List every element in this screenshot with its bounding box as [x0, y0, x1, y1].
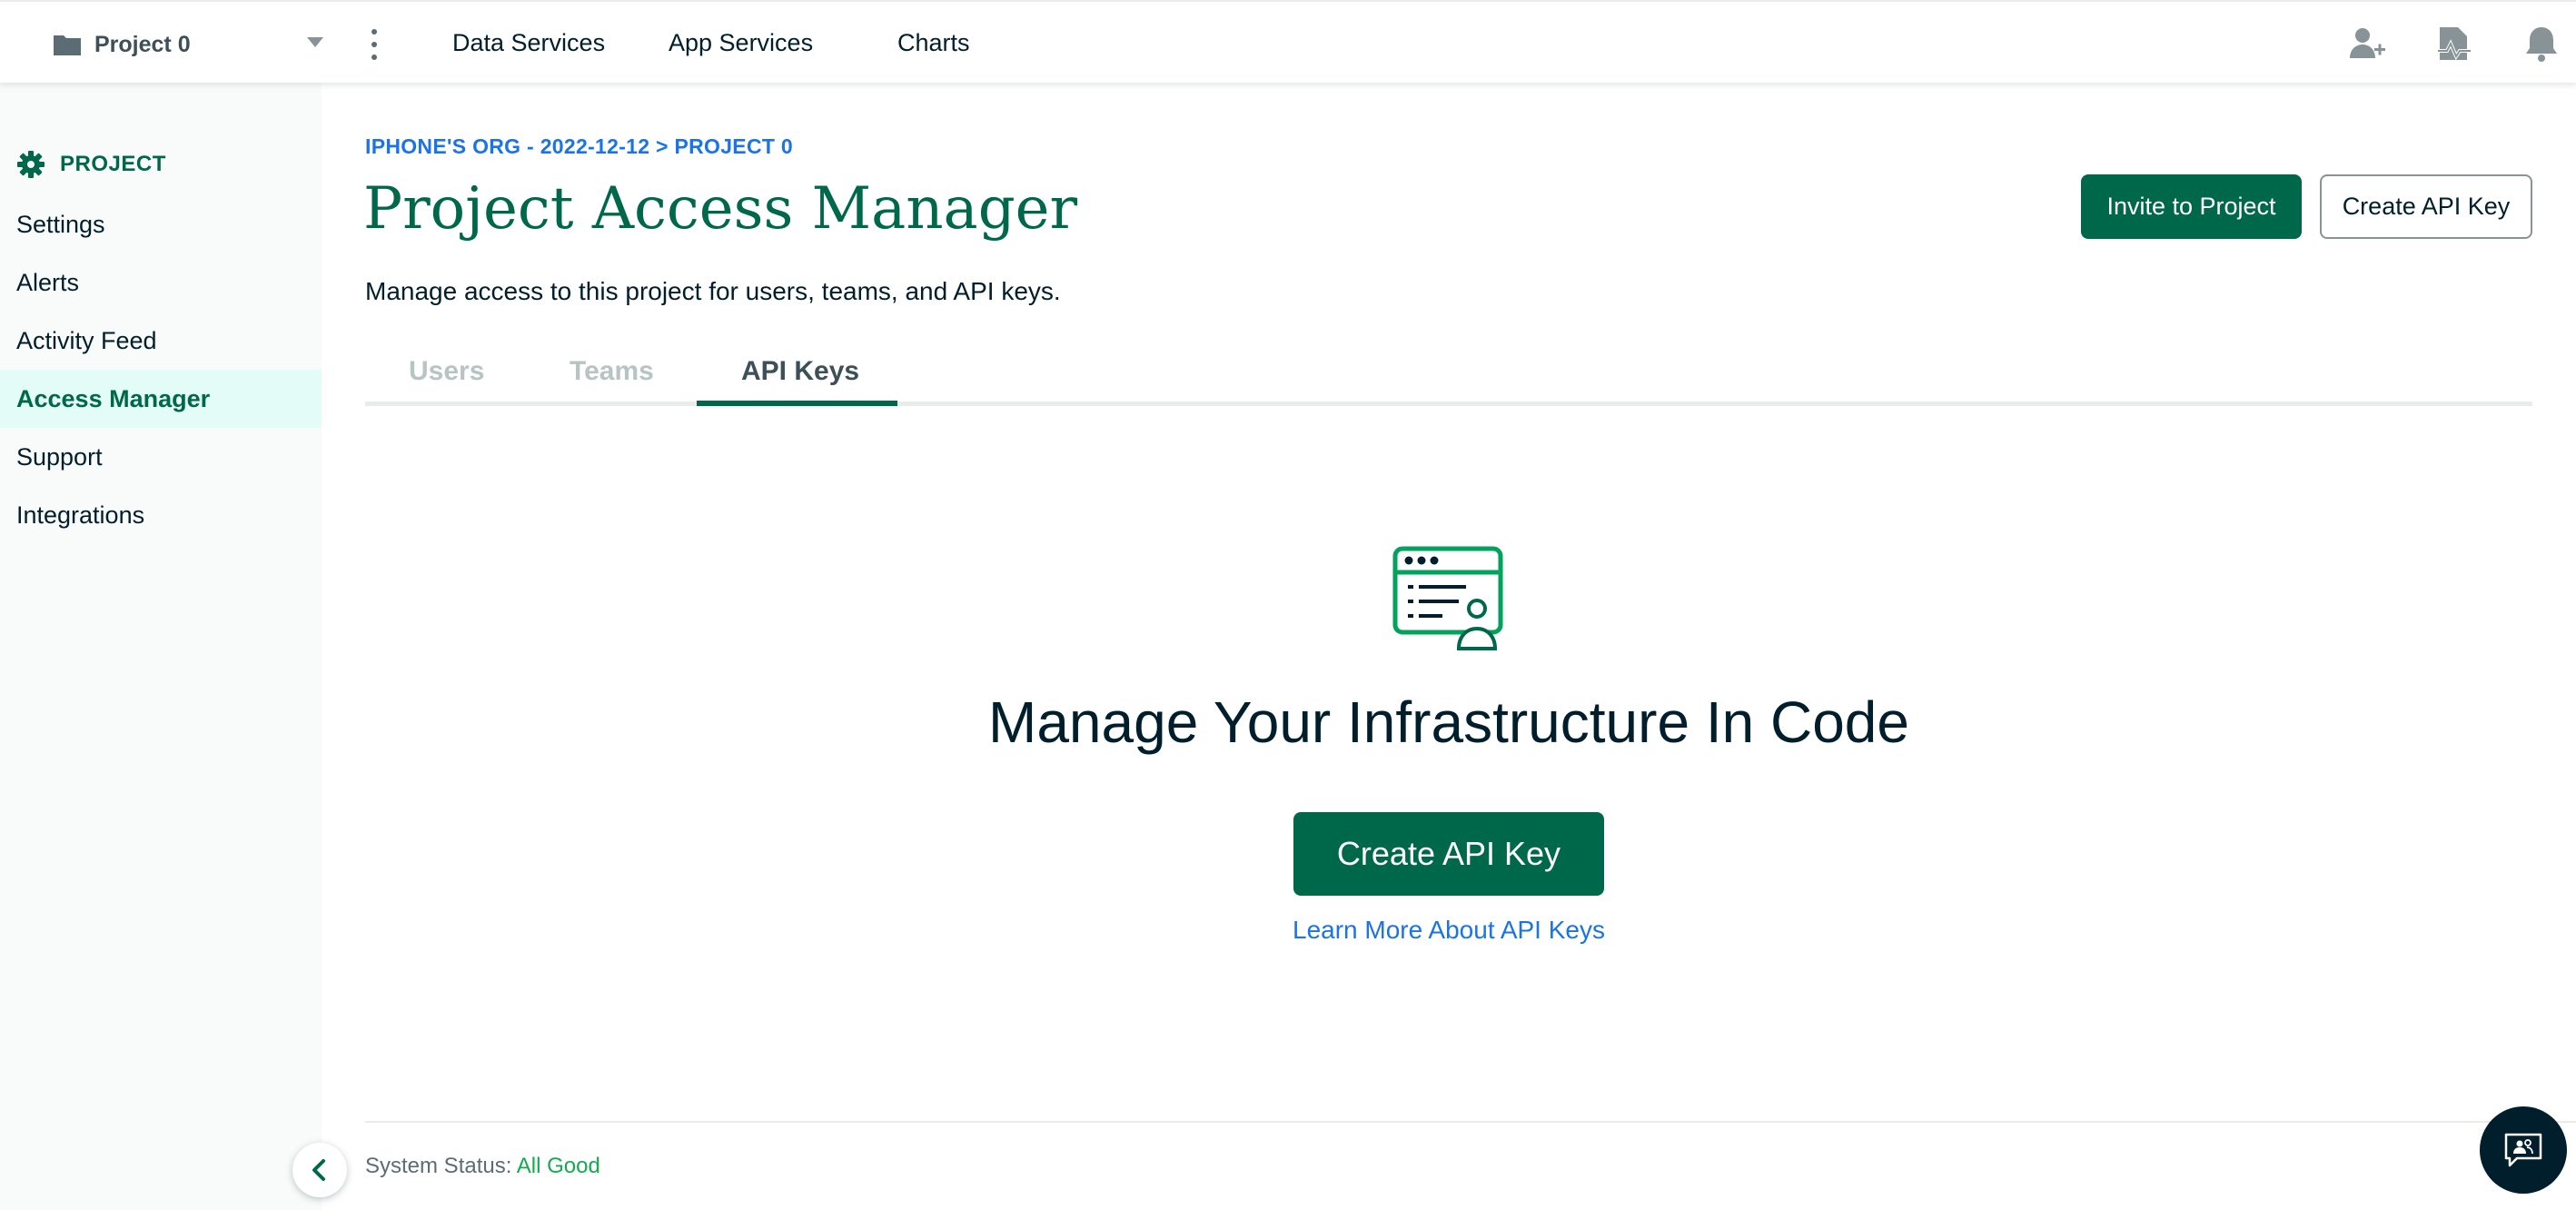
more-options-icon[interactable] — [363, 27, 385, 62]
collapse-sidebar-button[interactable] — [292, 1143, 347, 1197]
caret-down-icon[interactable] — [307, 37, 323, 47]
learn-more-link: Learn More About API Keys — [0, 916, 2576, 945]
sidebar-item-activity-feed[interactable]: Activity Feed — [0, 312, 322, 370]
chevron-left-icon — [312, 1159, 325, 1181]
page-description: Manage access to this project for users,… — [365, 277, 1061, 305]
tabs-divider — [365, 402, 2532, 406]
sidebar-item-integrations[interactable]: Integrations — [0, 486, 322, 544]
sidebar-item-settings[interactable]: Settings — [0, 195, 322, 253]
folder-icon — [54, 35, 81, 55]
learn-more-api-keys-link[interactable]: Learn More About API Keys — [1293, 916, 1605, 944]
tab-api-keys[interactable]: API Keys — [741, 356, 859, 387]
nav-app-services[interactable]: App Services — [669, 29, 813, 57]
top-nav-bar: Project 0 Data Services App Services Cha… — [0, 0, 2576, 83]
sidebar-item-support[interactable]: Support — [0, 428, 322, 486]
page-title: Project Access Manager — [363, 175, 1078, 243]
sidebar-header: PROJECT — [16, 150, 166, 179]
project-selector[interactable]: Project 0 — [53, 26, 330, 63]
nav-charts[interactable]: Charts — [897, 29, 970, 57]
sidebar-header-label: PROJECT — [60, 152, 166, 176]
system-status-value[interactable]: All Good — [517, 1154, 600, 1178]
invite-to-project-button[interactable]: Invite to Project — [2081, 174, 2302, 239]
active-tab-indicator — [697, 401, 897, 406]
footer-divider — [365, 1121, 2576, 1123]
project-name: Project 0 — [94, 31, 191, 57]
nav-data-services[interactable]: Data Services — [452, 29, 605, 57]
gear-icon — [17, 151, 45, 178]
chat-icon — [2504, 1133, 2542, 1167]
invite-user-icon[interactable] — [2347, 24, 2387, 64]
create-api-key-button[interactable]: Create API Key — [2320, 174, 2532, 239]
sidebar: PROJECT Settings Alerts Activity Feed Ac… — [0, 83, 322, 1210]
sidebar-item-alerts[interactable]: Alerts — [0, 253, 322, 312]
tab-users[interactable]: Users — [409, 356, 484, 387]
bell-icon[interactable] — [2522, 24, 2561, 64]
chat-support-button[interactable] — [2480, 1106, 2567, 1194]
breadcrumb[interactable]: IPHONE'S ORG - 2022-12-12 > PROJECT 0 — [365, 134, 793, 159]
api-key-illustration-icon — [1392, 546, 1503, 650]
activity-icon[interactable] — [2434, 24, 2474, 64]
tab-teams[interactable]: Teams — [570, 356, 654, 387]
system-status: System Status: All Good — [365, 1154, 600, 1179]
system-status-label: System Status: — [365, 1154, 512, 1178]
create-api-key-cta-button[interactable]: Create API Key — [1293, 812, 1604, 896]
empty-state-title: Manage Your Infrastructure In Code — [988, 689, 1909, 755]
sidebar-item-access-manager[interactable]: Access Manager — [0, 370, 322, 428]
